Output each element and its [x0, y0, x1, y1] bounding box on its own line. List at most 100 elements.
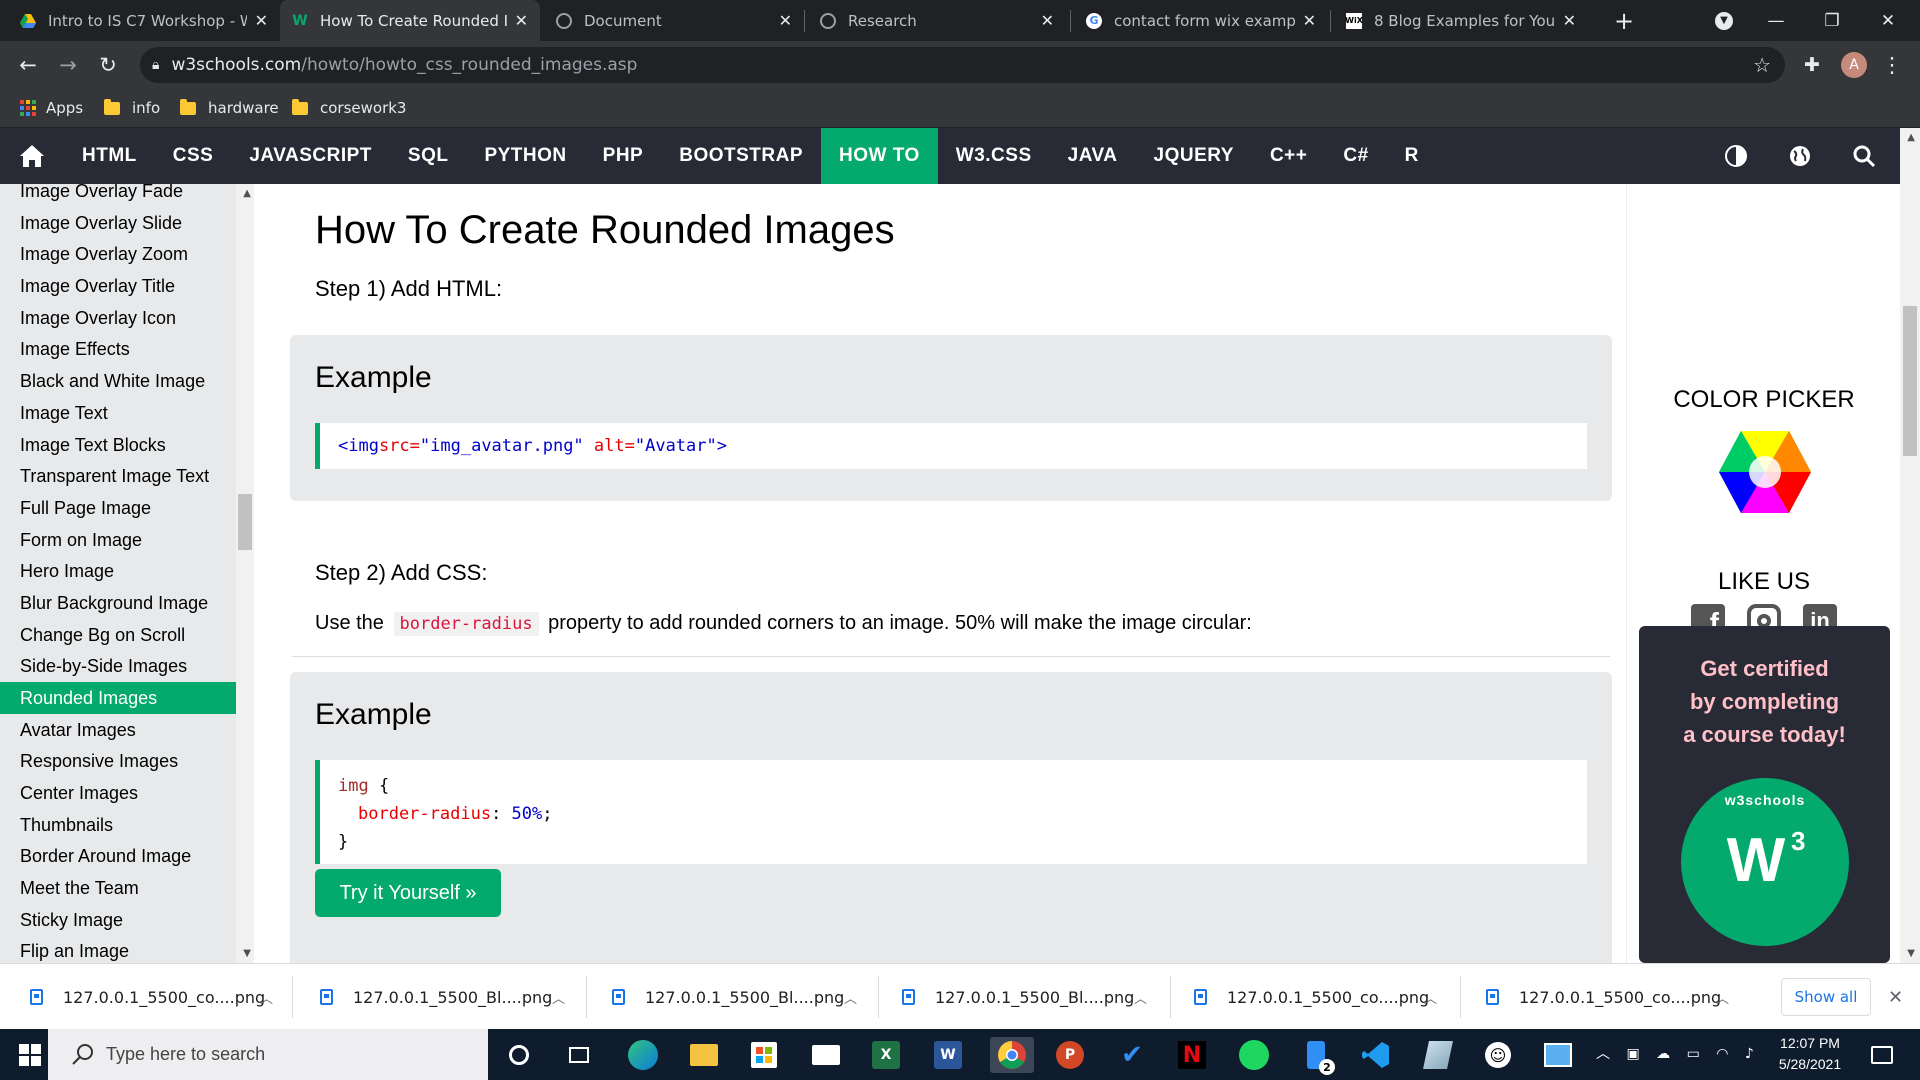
nav-javascript[interactable]: JAVASCRIPT: [231, 128, 390, 184]
chrome-icon[interactable]: [990, 1037, 1034, 1073]
chevron-up-icon[interactable]: ︿: [1716, 964, 1729, 1030]
chevron-up-icon[interactable]: ︿: [260, 964, 273, 1030]
sidebar-scrollbar[interactable]: ▲ ▼: [236, 184, 254, 963]
browser-tab[interactable]: WiX 8 Blog Examples for Your In ✕: [1334, 0, 1588, 41]
edge-icon[interactable]: [625, 1037, 661, 1073]
globe-icon[interactable]: [1774, 128, 1826, 184]
sidebar-item[interactable]: Image Overlay Title: [0, 270, 254, 302]
close-icon[interactable]: ✕: [779, 11, 792, 30]
browser-tab[interactable]: G contact form wix example - ✕: [1074, 0, 1328, 41]
sidebar-item[interactable]: Black and White Image: [0, 365, 254, 397]
search-icon[interactable]: [1838, 128, 1890, 184]
download-item[interactable]: 127.0.0.1_5500_co....png: [30, 964, 265, 1030]
sidebar-item[interactable]: Image Overlay Slide: [0, 207, 254, 239]
nav-java[interactable]: JAVA: [1050, 128, 1136, 184]
system-clock[interactable]: 12:07 PM 5/28/2021: [1765, 1033, 1855, 1075]
sidebar-item[interactable]: Hero Image: [0, 555, 254, 587]
download-item[interactable]: 127.0.0.1_5500_co....png: [1486, 964, 1721, 1030]
system-tray-icons[interactable]: ︿ ▣ ☁ ▭ ◠ ♪: [1596, 1043, 1760, 1063]
photos-icon[interactable]: [1540, 1037, 1576, 1073]
sidebar-item[interactable]: Border Around Image: [0, 840, 254, 872]
excel-icon[interactable]: X: [868, 1037, 904, 1073]
sidebar-item[interactable]: Center Images: [0, 777, 254, 809]
download-item[interactable]: 127.0.0.1_5500_co....png: [1194, 964, 1429, 1030]
sidebar-item[interactable]: Avatar Images: [0, 714, 254, 746]
close-icon[interactable]: ✕: [515, 11, 528, 30]
mail-icon[interactable]: [808, 1037, 844, 1073]
sidebar-item[interactable]: Thumbnails: [0, 809, 254, 841]
word-icon[interactable]: W: [930, 1037, 966, 1073]
download-item[interactable]: 127.0.0.1_5500_Bl....png: [902, 964, 1134, 1030]
sidebar-item[interactable]: Meet the Team: [0, 872, 254, 904]
sidebar-item[interactable]: Sticky Image: [0, 904, 254, 936]
nav-sql[interactable]: SQL: [390, 128, 467, 184]
nav-python[interactable]: PYTHON: [466, 128, 584, 184]
close-icon[interactable]: ✕: [1563, 11, 1576, 30]
nav-css[interactable]: CSS: [155, 128, 232, 184]
emoji-icon[interactable]: ☺: [1480, 1037, 1516, 1073]
vscode-icon[interactable]: [1358, 1037, 1394, 1073]
new-tab-button[interactable]: +: [1596, 0, 1652, 41]
chevron-up-icon[interactable]: ︿: [1134, 964, 1147, 1030]
bookmark-folder-corsework3[interactable]: corsework3: [292, 88, 406, 128]
sidebar-scrollbar-thumb[interactable]: [238, 494, 252, 550]
page-scrollbar[interactable]: ▲ ▼: [1900, 128, 1920, 963]
restore-button[interactable]: ❐: [1804, 0, 1860, 41]
file-explorer-icon[interactable]: [686, 1037, 722, 1073]
minimize-button[interactable]: —: [1748, 0, 1804, 41]
sidebar-item[interactable]: Image Overlay Zoom: [0, 238, 254, 270]
onenote-icon[interactable]: [1420, 1037, 1456, 1073]
browser-tab[interactable]: Research ✕: [808, 0, 1066, 41]
tab-search-button[interactable]: ▼: [1696, 0, 1752, 41]
browser-tab[interactable]: Intro to IS C7 Workshop - W ✕: [8, 0, 280, 41]
nav-php[interactable]: PHP: [585, 128, 662, 184]
sidebar-item[interactable]: Change Bg on Scroll: [0, 619, 254, 651]
phone-icon[interactable]: 2: [1298, 1037, 1335, 1075]
nav-howto[interactable]: HOW TO: [821, 128, 938, 184]
nav-w3css[interactable]: W3.CSS: [938, 128, 1050, 184]
sidebar-item[interactable]: Form on Image: [0, 524, 254, 556]
certification-promo[interactable]: Get certified by completing a course tod…: [1639, 626, 1890, 963]
scroll-down-arrow-icon[interactable]: ▼: [243, 948, 251, 959]
nav-jquery[interactable]: JQUERY: [1136, 128, 1252, 184]
browser-tab-active[interactable]: W How To Create Rounded Im ✕: [280, 0, 540, 41]
browser-tab[interactable]: Document ✕: [544, 0, 804, 41]
sidebar-item[interactable]: Responsive Images: [0, 745, 254, 777]
sidebar-item[interactable]: Side-by-Side Images: [0, 650, 254, 682]
download-item[interactable]: 127.0.0.1_5500_Bl....png: [612, 964, 844, 1030]
home-icon[interactable]: [0, 128, 64, 184]
sidebar-item[interactable]: Blur Background Image: [0, 587, 254, 619]
scroll-down-arrow-icon[interactable]: ▼: [1907, 948, 1915, 959]
task-view-icon[interactable]: [561, 1037, 597, 1073]
close-icon[interactable]: ✕: [1303, 11, 1316, 30]
close-window-button[interactable]: ✕: [1860, 0, 1916, 41]
todo-icon[interactable]: ✔: [1114, 1037, 1150, 1073]
nav-csharp[interactable]: C#: [1325, 128, 1386, 184]
nav-cpp[interactable]: C++: [1252, 128, 1325, 184]
address-bar[interactable]: 🔒︎ w3schools.com/howto/howto_css_rounded…: [140, 47, 1785, 83]
bookmark-apps[interactable]: Apps: [20, 88, 83, 128]
chevron-up-icon[interactable]: ︿: [1424, 964, 1437, 1030]
nav-html[interactable]: HTML: [64, 128, 155, 184]
spotify-icon[interactable]: [1236, 1037, 1272, 1073]
sidebar-item[interactable]: Image Overlay Icon: [0, 302, 254, 334]
cortana-icon[interactable]: [501, 1037, 537, 1073]
windows-start-icon[interactable]: [12, 1037, 48, 1073]
extensions-puzzle-icon[interactable]: ✚: [1796, 49, 1828, 81]
page-scrollbar-thumb[interactable]: [1903, 306, 1917, 456]
sidebar-item-active[interactable]: Rounded Images: [0, 682, 254, 714]
sidebar-item[interactable]: Image Overlay Fade: [0, 184, 254, 207]
bookmark-folder-info[interactable]: info: [104, 88, 160, 128]
bookmark-star-icon[interactable]: ☆: [1753, 53, 1771, 77]
close-icon[interactable]: ✕: [1041, 11, 1054, 30]
netflix-icon[interactable]: N: [1174, 1037, 1210, 1073]
sidebar-item[interactable]: Transparent Image Text: [0, 460, 254, 492]
reload-button[interactable]: ↻: [92, 49, 124, 81]
sidebar-item[interactable]: Full Page Image: [0, 492, 254, 524]
nav-bootstrap[interactable]: BOOTSTRAP: [661, 128, 821, 184]
color-picker-icon[interactable]: [1717, 429, 1813, 519]
notifications-icon[interactable]: [1864, 1037, 1900, 1073]
taskbar-search-box[interactable]: Type here to search: [48, 1029, 488, 1080]
close-icon[interactable]: ✕: [255, 11, 268, 30]
sidebar-item[interactable]: Flip an Image: [0, 935, 254, 963]
